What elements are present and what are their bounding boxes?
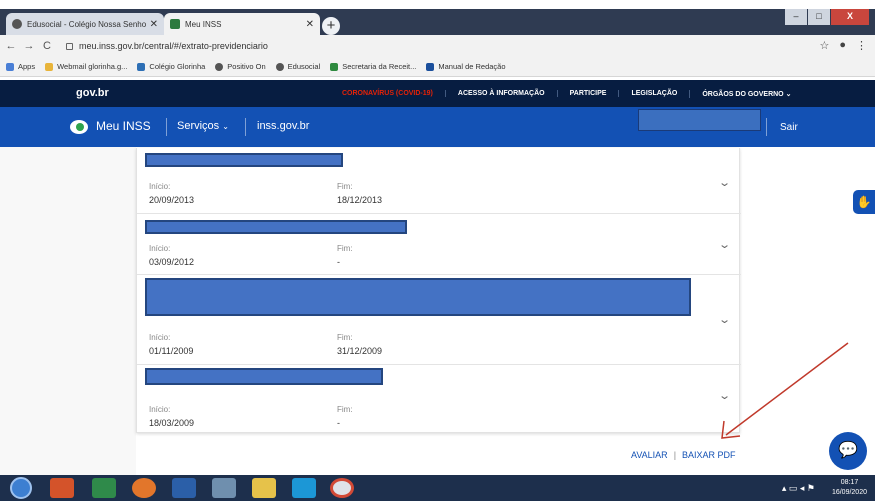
cropped-caption: ​ — [0, 0, 875, 9]
tab-label: Edusocial - Colégio Nossa Senhora — [27, 19, 146, 29]
end-date: 31/12/2009 — [337, 346, 383, 356]
chevron-down-icon[interactable]: ⌄ — [718, 313, 731, 326]
gov-bar: gov.br CORONAVÍRUS (COVID-19) ACESSO À I… — [0, 80, 875, 107]
divider — [245, 118, 246, 136]
end-date: - — [337, 418, 340, 428]
bookmarks-bar: Apps Webmail glorinha.g... Colégio Glori… — [0, 57, 875, 77]
accessibility-icon[interactable]: ✋ — [853, 190, 875, 214]
chevron-down-icon[interactable]: ⌄ — [718, 176, 731, 189]
logout-link[interactable]: Sair — [780, 122, 798, 133]
start-date: 18/03/2009 — [149, 418, 195, 428]
forward-icon[interactable]: → — [22, 40, 36, 52]
end-date: - — [337, 257, 340, 267]
bookmark-webmail[interactable]: Webmail glorinha.g... — [45, 62, 127, 71]
url-text: meu.inss.gov.br/central/#/extrato-previd… — [79, 41, 268, 51]
apps-grid-icon — [6, 62, 14, 71]
bookmark-colegio[interactable]: Colégio Glorinha — [137, 62, 205, 71]
inss-site-link[interactable]: inss.gov.br — [257, 120, 309, 132]
gov-links: CORONAVÍRUS (COVID-19) ACESSO À INFORMAÇ… — [330, 80, 803, 107]
back-icon[interactable]: ← — [4, 40, 18, 52]
bookmark-edusocial[interactable]: Edusocial — [275, 62, 320, 71]
start-date: 03/09/2012 — [149, 257, 195, 267]
list-item[interactable]: Início: 03/09/2012 Fim: - ⌄ — [137, 214, 741, 275]
start-date: 01/11/2009 — [149, 346, 194, 356]
browser-tab-bar: Edusocial - Colégio Nossa Senhora ✕ Meu … — [0, 9, 875, 35]
tab-edusocial[interactable]: Edusocial - Colégio Nossa Senhora ✕ — [6, 13, 164, 35]
left-gutter — [0, 147, 136, 475]
bookmark-positivo[interactable]: Positivo On — [215, 62, 266, 71]
menu-icon[interactable]: ⋮ — [856, 39, 867, 52]
link-orgaos-governo[interactable]: ÓRGÃOS DO GOVERNO ⌄ — [689, 89, 803, 98]
link-legislacao[interactable]: LEGISLAÇÃO — [618, 90, 689, 97]
govbr-logo[interactable]: gov.br — [76, 87, 109, 99]
firefox-icon[interactable] — [132, 478, 156, 498]
meu-inss-logo-icon — [70, 120, 88, 134]
redacted-employer — [145, 220, 407, 234]
star-icon[interactable]: ☆ — [819, 39, 829, 52]
start-date: 20/09/2013 — [149, 195, 195, 205]
tab-meu-inss[interactable]: Meu INSS ✕ — [164, 13, 320, 35]
globe-icon — [215, 62, 224, 71]
chrome-icon[interactable] — [330, 478, 354, 498]
list-item[interactable]: Início: 18/03/2009 Fim: - ⌄ — [137, 365, 741, 432]
new-tab-button[interactable]: + — [322, 17, 340, 35]
school-icon — [137, 62, 146, 71]
chevron-down-icon: ⌄ — [222, 122, 229, 131]
redacted-employer — [145, 153, 343, 167]
maximize-button[interactable]: □ — [808, 9, 830, 25]
redacted-employer — [145, 278, 691, 316]
globe-icon — [12, 19, 22, 29]
divider: | — [673, 450, 677, 460]
rate-link[interactable]: AVALIAR — [631, 450, 668, 460]
tab-label: Meu INSS — [185, 19, 222, 29]
chat-icon[interactable]: 💬 — [829, 432, 867, 470]
chevron-down-icon[interactable]: ⌄ — [718, 238, 731, 251]
close-icon[interactable]: ✕ — [150, 19, 158, 30]
taskbar: ▴ ▭ ◂ ⚑ 08:17 16/09/2020 — [0, 475, 875, 501]
start-button[interactable] — [10, 477, 32, 499]
redacted-employer — [145, 368, 383, 385]
reload-icon[interactable]: C — [40, 40, 54, 52]
folder-icon[interactable] — [252, 478, 276, 498]
address-bar: ← → C meu.inss.gov.br/central/#/extrato-… — [0, 35, 875, 57]
list-item[interactable]: Início: 01/11/2009 Fim: 31/12/2009 ⌄ — [137, 275, 741, 365]
annotation-arrow — [721, 342, 849, 439]
clock[interactable]: 08:17 16/09/2020 — [832, 478, 867, 498]
link-participe[interactable]: PARTICIPE — [556, 90, 619, 97]
profile-icon[interactable]: ● — [839, 39, 846, 52]
system-tray[interactable]: ▴ ▭ ◂ ⚑ — [782, 483, 815, 494]
bookmark-receita[interactable]: Secretaria da Receit... — [330, 62, 416, 71]
globe-icon — [275, 62, 284, 71]
close-icon[interactable]: ✕ — [306, 19, 314, 30]
link-coronavirus[interactable]: CORONAVÍRUS (COVID-19) — [330, 90, 445, 97]
link-acesso-informacao[interactable]: ACESSO À INFORMAÇÃO — [444, 90, 557, 97]
page-actions: AVALIAR | BAIXAR PDF — [631, 450, 736, 460]
chevron-down-icon: ⌄ — [785, 90, 792, 98]
excel-icon[interactable] — [92, 478, 116, 498]
divider — [166, 118, 167, 136]
redacted-user-name — [638, 109, 761, 131]
download-pdf-link[interactable]: BAIXAR PDF — [682, 450, 736, 460]
document-icon — [426, 62, 435, 71]
bookmark-manual[interactable]: Manual de Redação — [426, 62, 506, 71]
lock-icon — [66, 42, 73, 50]
close-window-button[interactable]: X — [831, 9, 869, 25]
services-menu[interactable]: Serviços ⌄ — [177, 120, 229, 132]
minimize-button[interactable]: – — [785, 9, 807, 25]
webmail-icon — [45, 62, 54, 71]
site-title[interactable]: Meu INSS — [96, 119, 151, 133]
paint-icon[interactable] — [212, 478, 236, 498]
bookmark-apps[interactable]: Apps — [6, 62, 35, 71]
end-date: 18/12/2013 — [337, 195, 383, 205]
window-controls: – □ X — [784, 9, 869, 27]
contribution-list: Início: 20/09/2013 Fim: 18/12/2013 ⌄ Iní… — [136, 148, 741, 433]
skype-icon[interactable] — [292, 478, 316, 498]
list-item[interactable]: Início: 20/09/2013 Fim: 18/12/2013 ⌄ — [137, 148, 741, 214]
word-icon[interactable] — [172, 478, 196, 498]
powerpoint-icon[interactable] — [50, 478, 74, 498]
url-field[interactable]: meu.inss.gov.br/central/#/extrato-previd… — [66, 41, 268, 51]
inss-favicon-icon — [170, 19, 180, 29]
divider — [766, 118, 767, 136]
receita-icon — [330, 62, 339, 71]
